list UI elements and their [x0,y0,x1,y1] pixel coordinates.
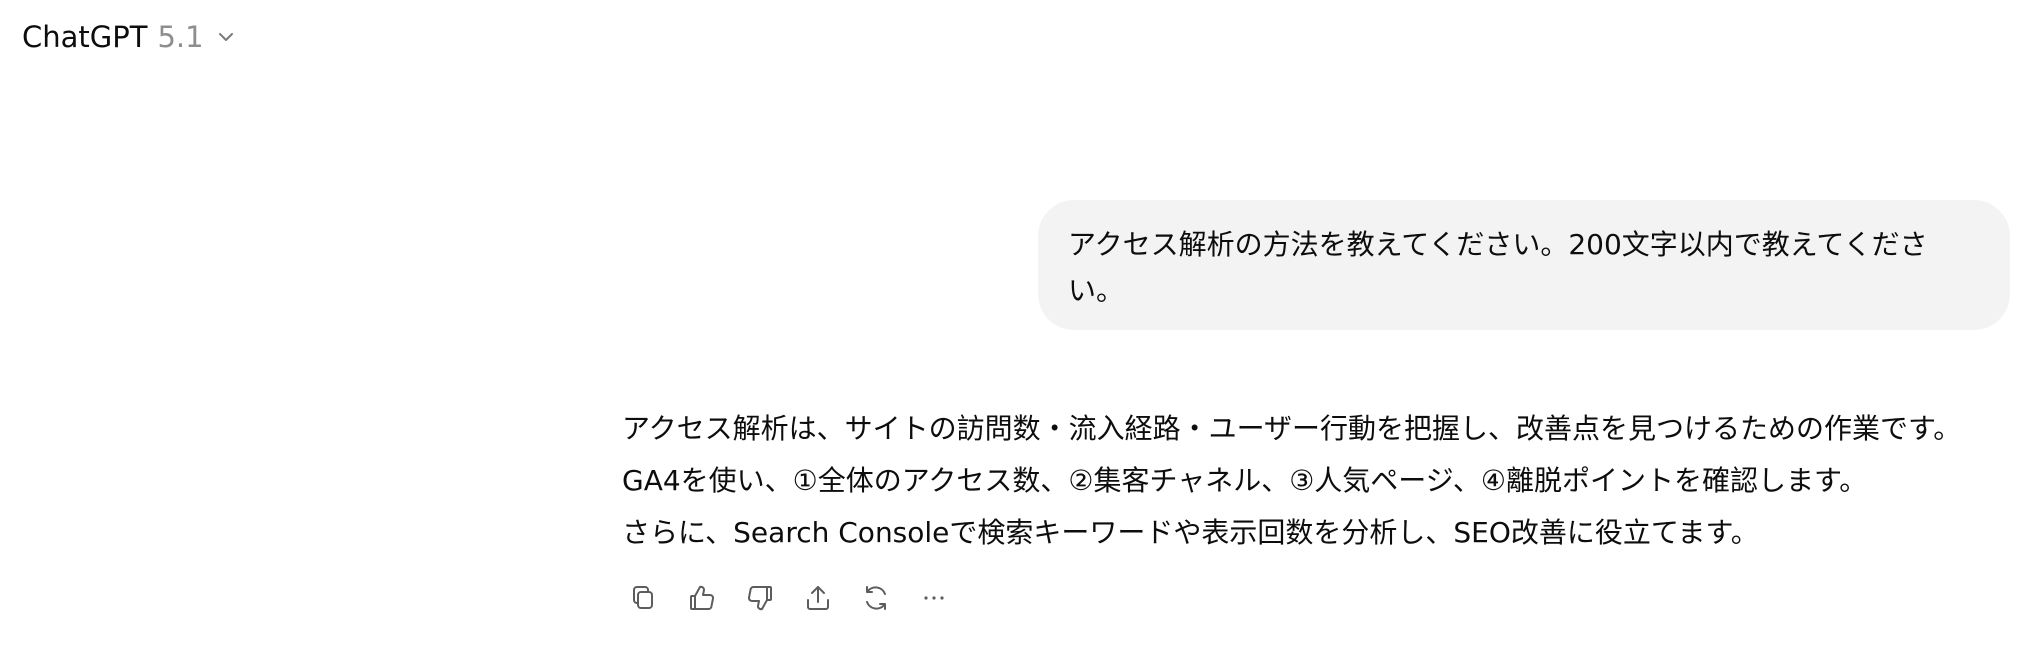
thumbs-down-icon [748,586,772,611]
chevron-down-icon [216,27,236,47]
model-name: ChatGPT [22,20,148,54]
model-switcher[interactable]: ChatGPT 5.1 [22,14,236,60]
assistant-line: さらに、Search Consoleで検索キーワードや表示回数を分析し、SEO改… [622,516,1759,549]
share-button[interactable] [796,576,840,620]
message-action-bar [622,576,956,620]
share-icon [807,586,829,610]
thumbs-up-icon [690,585,714,610]
more-icon [924,596,944,600]
regenerate-button[interactable] [854,576,898,620]
model-version: 5.1 [157,20,204,54]
assistant-message: アクセス解析は、サイトの訪問数・流入経路・ユーザー行動を把握し、改善点を見つける… [622,403,2012,559]
thumbs-down-button[interactable] [738,576,782,620]
user-message-text: アクセス解析の方法を教えてください。200文字以内で教えてください。 [1068,228,1928,307]
user-message-bubble: アクセス解析の方法を教えてください。200文字以内で教えてください。 [1038,200,2010,330]
assistant-line: GA4を使い、①全体のアクセス数、②集客チャネル、③人気ページ、④離脱ポイントを… [622,464,1868,497]
regenerate-icon [866,586,886,610]
copy-icon [633,586,653,609]
chat-page: ChatGPT 5.1 アクセス解析の方法を教えてください。200文字以内で教え… [0,0,2030,648]
assistant-line: アクセス解析は、サイトの訪問数・流入経路・ユーザー行動を把握し、改善点を見つける… [622,412,1962,445]
thumbs-up-button[interactable] [680,576,724,620]
copy-button[interactable] [622,576,666,620]
more-options-button[interactable] [912,576,956,620]
